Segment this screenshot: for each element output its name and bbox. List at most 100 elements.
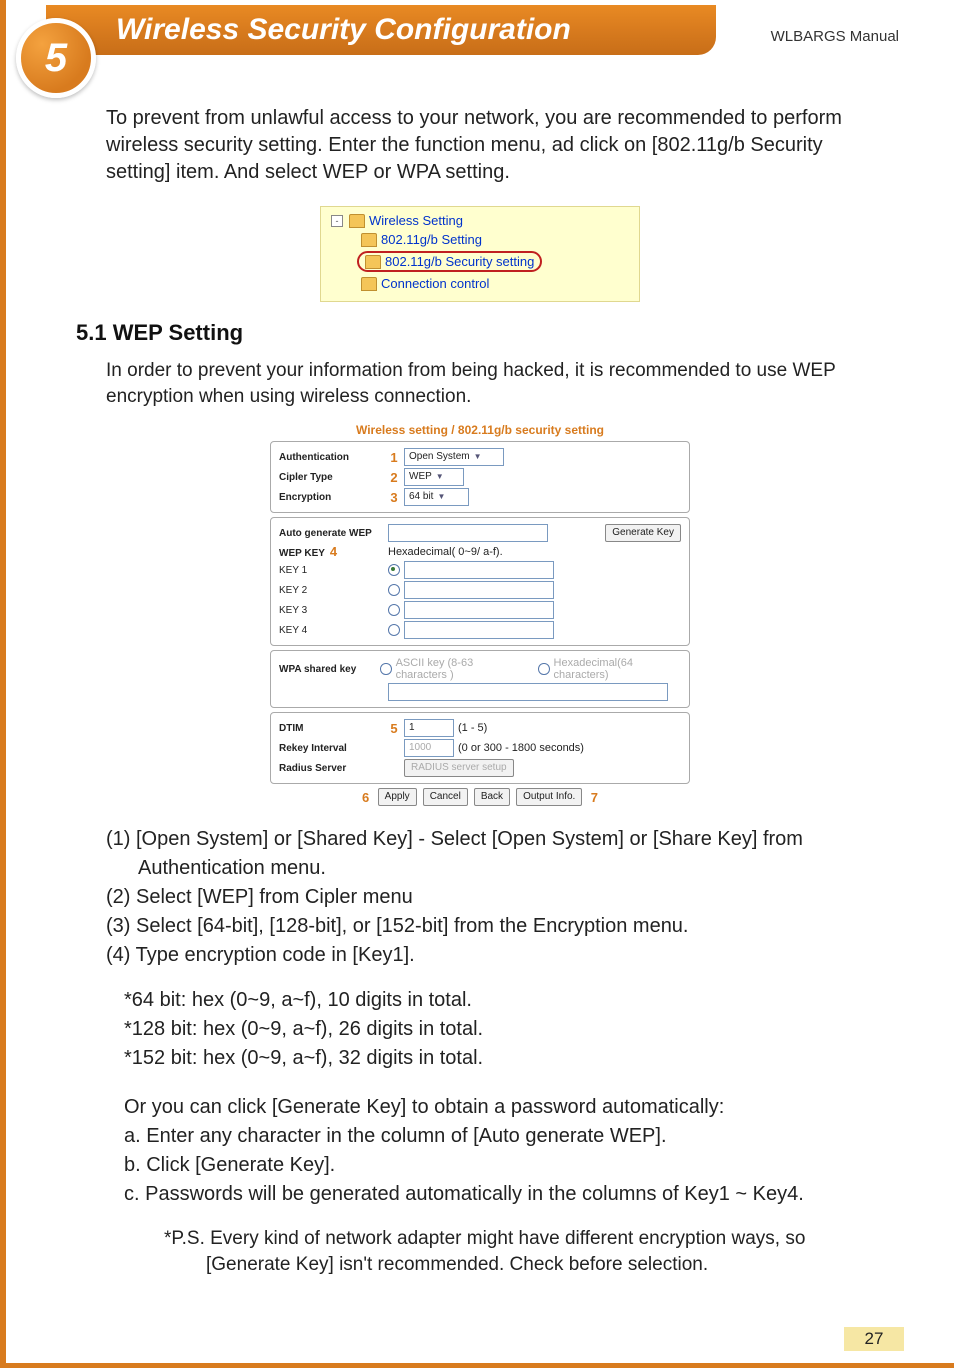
panel-box-wpa: WPA shared key ASCII key (8-63 character… (270, 650, 690, 708)
chevron-down-icon: ▼ (474, 449, 482, 465)
wpa-hex-hint: Hexadecimal(64 characters) (554, 657, 681, 681)
key2-label: KEY 2 (279, 585, 384, 596)
panel-box-bottom: DTIM 5 1 (1 - 5) Rekey Interval 1000 (0 … (270, 712, 690, 784)
auth-select[interactable]: Open System▼ (404, 448, 504, 466)
cipher-select[interactable]: WEP▼ (404, 468, 464, 486)
callout-6: 6 (360, 790, 372, 805)
security-settings-panel: Wireless setting / 802.11g/b security se… (270, 423, 690, 806)
chevron-down-icon: ▼ (436, 469, 444, 485)
folder-icon (349, 214, 365, 228)
back-button[interactable]: Back (474, 788, 510, 806)
tree-item[interactable]: Connection control (361, 276, 489, 291)
dtim-range: (1 - 5) (458, 722, 487, 734)
wpa-label: WPA shared key (279, 664, 376, 675)
wpa-key-input[interactable] (388, 683, 668, 701)
step-4: (4) Type encryption code in [Key1]. (106, 942, 854, 969)
key2-input[interactable] (404, 581, 554, 599)
wepkey-hint: Hexadecimal( 0~9/ a-f). (388, 546, 503, 558)
intro-paragraph: To prevent from unlawful access to your … (106, 105, 854, 186)
cipher-label: Cipler Type (279, 472, 384, 483)
panel-buttons: 6 Apply Cancel Back Output Info. 7 (270, 788, 690, 806)
chevron-down-icon: ▼ (437, 489, 445, 505)
dtim-input[interactable]: 1 (404, 719, 454, 737)
key4-input[interactable] (404, 621, 554, 639)
section-heading: 5.1 WEP Setting (76, 320, 954, 346)
key1-input[interactable] (404, 561, 554, 579)
tree-item-highlighted[interactable]: 802.11g/b Security setting (357, 251, 542, 272)
apply-button[interactable]: Apply (378, 788, 417, 806)
manual-name: WLBARGS Manual (771, 28, 899, 45)
callout-1: 1 (388, 450, 400, 465)
radius-setup-button[interactable]: RADIUS server setup (404, 759, 514, 777)
wepkey-label: WEP KEY 4 (279, 544, 384, 559)
generate-key-button[interactable]: Generate Key (605, 524, 681, 542)
panel-title: Wireless setting / 802.11g/b security se… (270, 423, 690, 437)
tree-item-label: 802.11g/b Setting (381, 232, 482, 247)
callout-2: 2 (388, 470, 400, 485)
chapter-title: Wireless Security Configuration (116, 13, 571, 47)
key3-input[interactable] (404, 601, 554, 619)
tree-item-label: 802.11g/b Security setting (385, 254, 534, 269)
output-info-button[interactable]: Output Info. (516, 788, 582, 806)
dtim-label: DTIM (279, 723, 384, 734)
ps-text: *P.S. Every kind of network adapter migh… (124, 1226, 854, 1277)
step-2: (2) Select [WEP] from Cipler menu (106, 884, 854, 911)
tree-root-label: Wireless Setting (369, 213, 463, 228)
section-paragraph: In order to prevent your information fro… (106, 358, 854, 409)
note-152bit: *152 bit: hex (0~9, a~f), 32 digits in t… (124, 1045, 854, 1072)
wpa-ascii-radio[interactable] (380, 663, 391, 675)
or-step-c: c. Passwords will be generated automatic… (124, 1181, 854, 1208)
manual-page: Wireless Security Configuration 5 WLBARG… (0, 0, 954, 1368)
step-1-line1: (1) [Open System] or [Shared Key] - Sele… (106, 828, 803, 850)
folder-icon (361, 233, 377, 247)
nav-tree: - Wireless Setting 802.11g/b Setting 802… (320, 206, 640, 302)
tree-item[interactable]: 802.11g/b Setting (361, 232, 482, 247)
key1-label: KEY 1 (279, 565, 384, 576)
autogen-label: Auto generate WEP (279, 528, 384, 539)
auth-label: Authentication (279, 452, 384, 463)
rekey-range: (0 or 300 - 1800 seconds) (458, 742, 584, 754)
chapter-number-badge: 5 (16, 18, 96, 98)
folder-icon (361, 277, 377, 291)
encryption-select[interactable]: 64 bit▼ (404, 488, 469, 506)
autogen-input[interactable] (388, 524, 548, 542)
wpa-ascii-hint: ASCII key (8-63 characters ) (396, 657, 525, 681)
panel-box-top: Authentication 1 Open System▼ Cipler Typ… (270, 441, 690, 513)
generate-key-instructions: Or you can click [Generate Key] to obtai… (124, 1094, 854, 1208)
callout-4: 4 (328, 544, 340, 559)
key1-radio[interactable] (388, 564, 400, 576)
rekey-label: Rekey Interval (279, 743, 384, 754)
step-1-line2: Authentication menu. (138, 857, 326, 879)
key4-label: KEY 4 (279, 625, 384, 636)
bit-notes: *64 bit: hex (0~9, a~f), 10 digits in to… (124, 987, 854, 1072)
cancel-button[interactable]: Cancel (423, 788, 468, 806)
or-step-b: b. Click [Generate Key]. (124, 1152, 854, 1179)
tree-item-label: Connection control (381, 276, 489, 291)
key3-radio[interactable] (388, 604, 400, 616)
key2-radio[interactable] (388, 584, 400, 596)
callout-7: 7 (588, 790, 600, 805)
postscript-note: *P.S. Every kind of network adapter migh… (124, 1226, 854, 1277)
callout-3: 3 (388, 490, 400, 505)
chapter-number: 5 (45, 36, 67, 81)
note-64bit: *64 bit: hex (0~9, a~f), 10 digits in to… (124, 987, 854, 1014)
wpa-hex-radio[interactable] (538, 663, 549, 675)
or-step-a: a. Enter any character in the column of … (124, 1123, 854, 1150)
panel-box-keys: Auto generate WEP Generate Key WEP KEY 4… (270, 517, 690, 646)
key3-label: KEY 3 (279, 605, 384, 616)
note-128bit: *128 bit: hex (0~9, a~f), 26 digits in t… (124, 1016, 854, 1043)
page-number: 27 (844, 1327, 904, 1351)
instruction-steps: (1) [Open System] or [Shared Key] - Sele… (106, 826, 854, 969)
tree-root[interactable]: - Wireless Setting (331, 213, 629, 228)
key4-radio[interactable] (388, 624, 400, 636)
callout-5: 5 (388, 721, 400, 736)
collapse-icon[interactable]: - (331, 215, 343, 227)
chapter-title-bar: Wireless Security Configuration (46, 5, 716, 55)
chapter-header: Wireless Security Configuration 5 WLBARG… (6, 0, 954, 70)
rekey-input[interactable]: 1000 (404, 739, 454, 757)
encryption-label: Encryption (279, 492, 384, 503)
radius-label: Radius Server (279, 763, 384, 774)
folder-icon (365, 255, 381, 269)
step-3: (3) Select [64-bit], [128-bit], or [152-… (106, 913, 854, 940)
or-intro: Or you can click [Generate Key] to obtai… (124, 1094, 854, 1121)
